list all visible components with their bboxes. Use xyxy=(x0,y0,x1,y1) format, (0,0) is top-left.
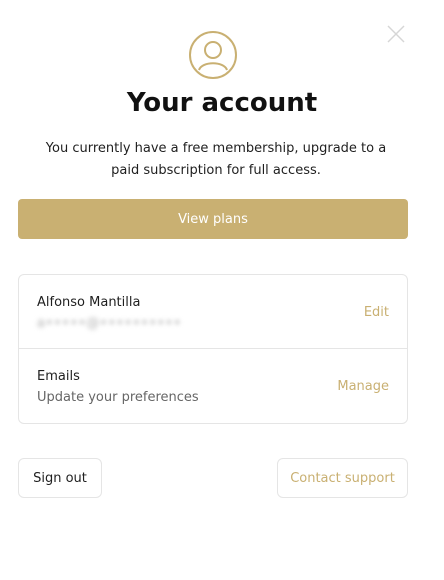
view-plans-button[interactable]: View plans xyxy=(18,199,408,239)
emails-row: Emails Update your preferences Manage xyxy=(19,349,407,422)
profile-email-redacted: a•••••@•••••••••• xyxy=(37,316,182,331)
account-card: Alfonso Mantilla a•••••@•••••••••• Edit … xyxy=(18,274,408,424)
close-icon xyxy=(387,25,405,43)
membership-description: You currently have a free membership, up… xyxy=(45,141,387,178)
sign-out-button[interactable]: Sign out xyxy=(18,458,102,498)
emails-title: Emails xyxy=(37,369,80,384)
user-avatar-icon xyxy=(188,30,238,80)
emails-subtitle: Update your preferences xyxy=(37,390,199,405)
edit-profile-link[interactable]: Edit xyxy=(364,305,389,320)
contact-support-button[interactable]: Contact support xyxy=(277,458,408,498)
profile-name: Alfonso Mantilla xyxy=(37,295,141,310)
manage-emails-link[interactable]: Manage xyxy=(337,379,389,394)
page-title: Your account xyxy=(126,88,318,118)
profile-row: Alfonso Mantilla a•••••@•••••••••• Edit xyxy=(19,275,407,349)
close-button[interactable] xyxy=(386,24,406,44)
